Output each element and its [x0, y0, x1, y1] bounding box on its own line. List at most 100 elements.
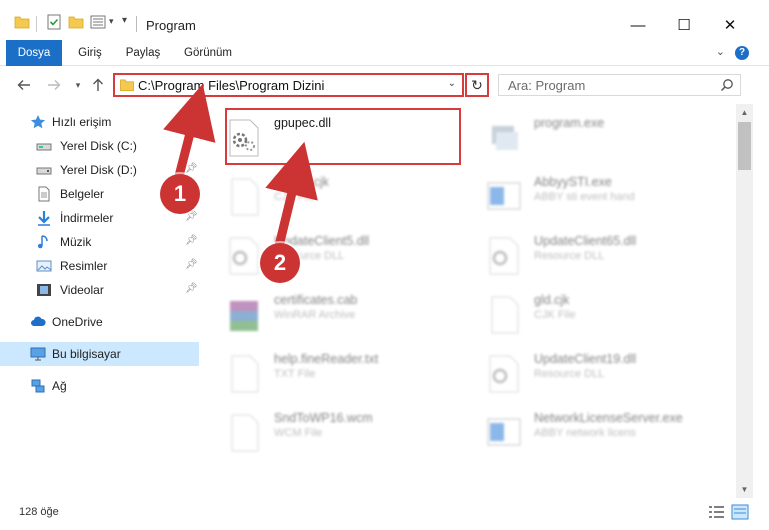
- file-name: UpdateClient19.dll: [534, 352, 637, 366]
- file-list: gpupec.dll program.exe Kanan.cjk CJK Fil…: [204, 104, 736, 498]
- file-item[interactable]: gld.cjk CJK File: [464, 285, 704, 339]
- qat-separator: [36, 16, 37, 32]
- scroll-down-icon[interactable]: ▼: [736, 481, 753, 498]
- address-path: C:\Program Files\Program Dizini: [138, 78, 325, 93]
- file-name: gpupec.dll: [274, 116, 331, 130]
- file-type: Resource DLL: [534, 250, 605, 262]
- vertical-scrollbar[interactable]: ▲ ▼: [736, 104, 753, 498]
- qat-customize-arrow-icon[interactable]: ▾: [122, 15, 127, 26]
- file-item[interactable]: UpdateClient5.dll Resource DLL: [204, 226, 444, 280]
- file-type: WCM File: [274, 427, 323, 439]
- maximize-button[interactable]: ☐: [661, 10, 707, 40]
- nav-quick-access[interactable]: Hızlı erişim: [0, 110, 199, 134]
- nav-this-pc[interactable]: Bu bilgisayar: [0, 342, 199, 366]
- downloads-icon: [38, 211, 50, 226]
- nav-label: Yerel Disk (C:): [60, 139, 137, 153]
- search-placeholder: Ara: Program: [508, 78, 586, 93]
- up-button[interactable]: [88, 75, 108, 95]
- blank-file-icon: [231, 414, 259, 452]
- network-icon: [31, 379, 45, 393]
- nav-label: Belgeler: [60, 187, 105, 201]
- nav-onedrive[interactable]: OneDrive: [0, 310, 199, 334]
- file-type: WinRAR Archive: [274, 309, 356, 321]
- pin-icon: 📌︎: [185, 235, 198, 246]
- nav-item-disk-c[interactable]: Yerel Disk (C:): [0, 134, 199, 158]
- address-row: ▾ C:\Program Files\Program Dizini ⌄ ↻ Ar…: [0, 66, 769, 104]
- nav-item-pictures[interactable]: Resimler 📌︎: [0, 254, 199, 278]
- file-item[interactable]: help.fineReader.txt TXT File: [204, 344, 444, 398]
- large-icons-view-icon[interactable]: [730, 503, 750, 521]
- tab-home[interactable]: Giriş: [68, 40, 112, 66]
- file-item[interactable]: Kanan.cjk CJK File: [204, 167, 444, 221]
- file-type: ABBY sti event hand: [534, 191, 635, 203]
- pictures-icon: [36, 260, 52, 272]
- file-type: CJK File: [534, 309, 576, 321]
- file-item[interactable]: UpdateClient65.dll Resource DLL: [464, 226, 704, 280]
- file-name: help.fineReader.txt: [274, 352, 379, 366]
- item-count: 128 öğe: [19, 506, 59, 518]
- back-arrow-icon: [17, 80, 30, 90]
- close-button[interactable]: ✕: [707, 10, 753, 40]
- new-folder-icon[interactable]: [68, 14, 84, 30]
- recent-locations-button[interactable]: ▾: [68, 75, 88, 95]
- details-view-icon[interactable]: [706, 503, 726, 521]
- file-name: UpdateClient65.dll: [534, 234, 637, 248]
- documents-icon: [38, 186, 50, 202]
- search-input[interactable]: Ara: Program: [498, 74, 741, 96]
- nav-network[interactable]: Ağ: [0, 374, 199, 398]
- nav-label: Hızlı erişim: [52, 115, 112, 129]
- pin-icon: 📌︎: [185, 259, 198, 270]
- tab-view[interactable]: Görünüm: [176, 40, 240, 66]
- pin-icon: 📌︎: [185, 163, 198, 174]
- customize-icon[interactable]: [90, 14, 106, 30]
- help-button[interactable]: ?: [735, 46, 749, 60]
- address-bar[interactable]: C:\Program Files\Program Dizini ⌄: [113, 73, 464, 97]
- forward-arrow-icon: [48, 80, 61, 90]
- nav-label: Bu bilgisayar: [52, 347, 121, 361]
- scroll-up-icon[interactable]: ▲: [736, 104, 753, 121]
- ribbon-tabs: Dosya Giriş Paylaş Görünüm ⌄ ?: [0, 40, 769, 66]
- window-app-icon: [487, 418, 521, 446]
- address-dropdown-icon[interactable]: ⌄: [448, 78, 456, 89]
- dll-icon: [489, 237, 519, 275]
- file-name: gld.cjk: [534, 293, 570, 307]
- drive-icon: [36, 167, 52, 175]
- file-name: AbbyySTI.exe: [534, 175, 612, 189]
- properties-icon[interactable]: [46, 14, 62, 30]
- archive-icon: [230, 301, 258, 331]
- scroll-thumb[interactable]: [738, 122, 751, 170]
- exe-icon: [492, 126, 518, 150]
- file-item[interactable]: NetworkLicenseServer.exe ABBY network li…: [464, 403, 704, 457]
- dll-icon: [229, 237, 259, 275]
- file-name: program.exe: [534, 116, 605, 130]
- file-name: NetworkLicenseServer.exe: [534, 411, 683, 425]
- callout-step-1: 1: [160, 174, 200, 214]
- blank-file-icon: [491, 296, 519, 334]
- file-item-gpupec[interactable]: gpupec.dll: [204, 108, 444, 162]
- file-item-program-exe[interactable]: program.exe: [464, 108, 704, 162]
- blank-file-icon: [231, 355, 259, 393]
- forward-button[interactable]: [44, 75, 64, 95]
- expand-ribbon-icon[interactable]: ⌄: [716, 45, 725, 58]
- navigation-pane: Hızlı erişim Yerel Disk (C:) Yerel Disk …: [0, 104, 204, 498]
- refresh-button[interactable]: ↻: [465, 73, 489, 97]
- tab-share[interactable]: Paylaş: [118, 40, 168, 66]
- pin-icon: 📌︎: [185, 283, 198, 294]
- back-button[interactable]: [14, 75, 34, 95]
- file-item[interactable]: AbbyySTI.exe ABBY sti event hand: [464, 167, 704, 221]
- minimize-button[interactable]: —: [615, 10, 661, 40]
- file-item[interactable]: certificates.cab WinRAR Archive: [204, 285, 444, 339]
- nav-item-videos[interactable]: Videolar 📌︎: [0, 278, 199, 302]
- file-type: Resource DLL: [534, 368, 605, 380]
- nav-item-music[interactable]: Müzik 📌︎: [0, 230, 199, 254]
- blank-file-icon: [231, 178, 259, 216]
- callout-step-2: 2: [260, 243, 300, 283]
- qat-dropdown-icon[interactable]: ▾: [109, 16, 114, 27]
- file-type: ABBY network licens: [534, 427, 636, 439]
- file-item[interactable]: SndToWP16.wcm WCM File: [204, 403, 444, 457]
- dll-icon: [229, 119, 259, 157]
- tab-file[interactable]: Dosya: [6, 40, 62, 66]
- nav-label: Resimler: [60, 259, 108, 273]
- file-item[interactable]: UpdateClient19.dll Resource DLL: [464, 344, 704, 398]
- folder-icon[interactable]: [14, 14, 30, 30]
